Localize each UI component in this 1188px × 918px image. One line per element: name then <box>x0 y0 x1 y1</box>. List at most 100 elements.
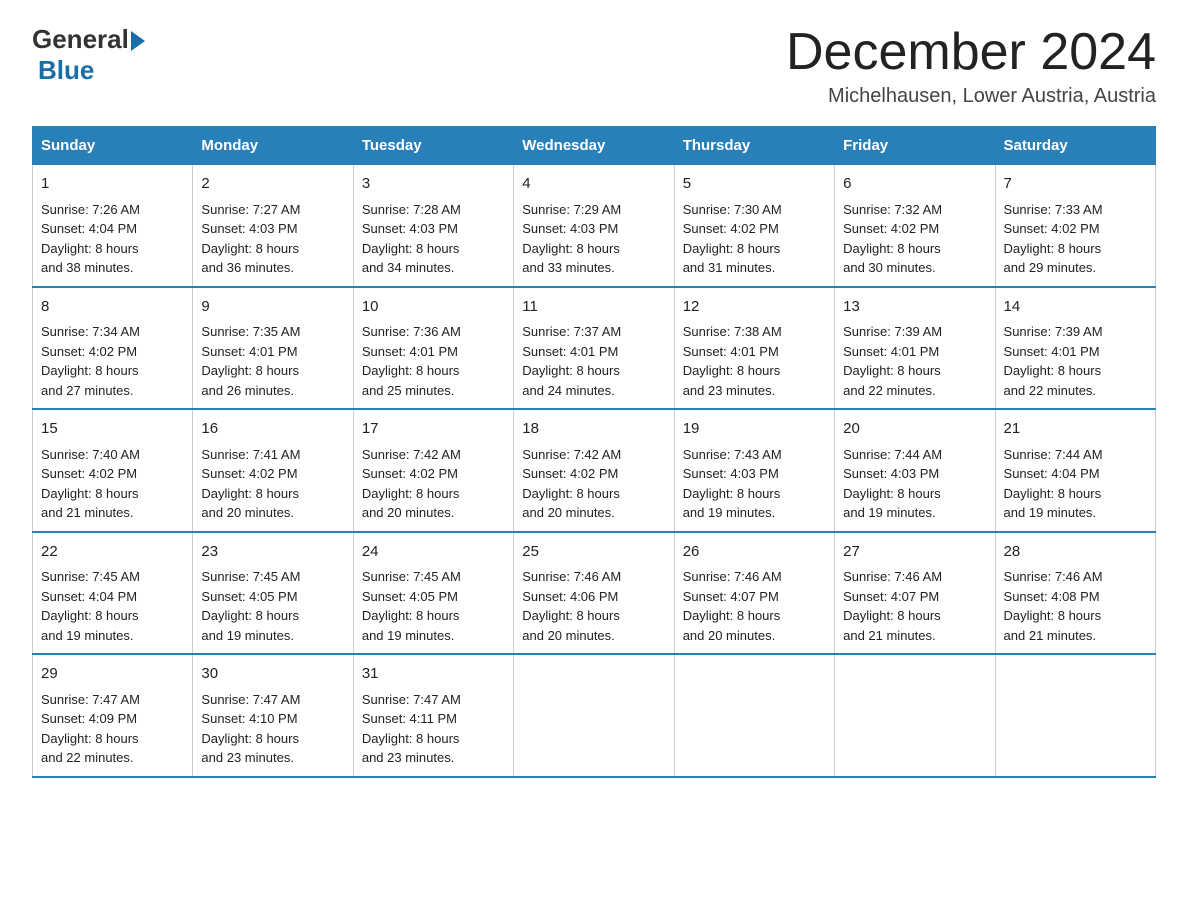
day-info: Sunrise: 7:47 AMSunset: 4:11 PMDaylight:… <box>362 690 505 768</box>
table-row: 15 Sunrise: 7:40 AMSunset: 4:02 PMDayligh… <box>33 409 193 532</box>
table-row: 3 Sunrise: 7:28 AMSunset: 4:03 PMDaylight… <box>353 165 513 287</box>
day-info: Sunrise: 7:33 AMSunset: 4:02 PMDaylight:… <box>1004 200 1147 278</box>
day-info: Sunrise: 7:46 AMSunset: 4:06 PMDaylight:… <box>522 567 665 645</box>
day-info: Sunrise: 7:27 AMSunset: 4:03 PMDaylight:… <box>201 200 344 278</box>
table-row: 26 Sunrise: 7:46 AMSunset: 4:07 PMDayligh… <box>674 532 834 655</box>
day-info: Sunrise: 7:45 AMSunset: 4:04 PMDaylight:… <box>41 567 184 645</box>
table-row <box>514 654 674 777</box>
table-row: 22 Sunrise: 7:45 AMSunset: 4:04 PMDayligh… <box>33 532 193 655</box>
day-number: 1 <box>41 173 184 196</box>
day-info: Sunrise: 7:39 AMSunset: 4:01 PMDaylight:… <box>1004 322 1147 400</box>
table-row: 25 Sunrise: 7:46 AMSunset: 4:06 PMDayligh… <box>514 532 674 655</box>
day-number: 9 <box>201 296 344 319</box>
table-row: 24 Sunrise: 7:45 AMSunset: 4:05 PMDayligh… <box>353 532 513 655</box>
table-row: 5 Sunrise: 7:30 AMSunset: 4:02 PMDaylight… <box>674 165 834 287</box>
day-info: Sunrise: 7:44 AMSunset: 4:03 PMDaylight:… <box>843 445 986 523</box>
day-info: Sunrise: 7:28 AMSunset: 4:03 PMDaylight:… <box>362 200 505 278</box>
day-number: 3 <box>362 173 505 196</box>
day-number: 10 <box>362 296 505 319</box>
day-number: 28 <box>1004 541 1147 564</box>
day-info: Sunrise: 7:35 AMSunset: 4:01 PMDaylight:… <box>201 322 344 400</box>
table-row: 18Sunrise: 7:42 AMSunset: 4:02 PMDayligh… <box>514 409 674 532</box>
day-number: 26 <box>683 541 826 564</box>
day-number: 25 <box>522 541 665 564</box>
day-number: 5 <box>683 173 826 196</box>
table-row: 1 Sunrise: 7:26 AMSunset: 4:04 PMDaylight… <box>33 165 193 287</box>
day-info: Sunrise: 7:26 AMSunset: 4:04 PMDaylight:… <box>41 200 184 278</box>
day-info: Sunrise: 7:38 AMSunset: 4:01 PMDaylight:… <box>683 322 826 400</box>
header-sunday: Sunday <box>33 127 193 165</box>
day-info: Sunrise: 7:34 AMSunset: 4:02 PMDaylight:… <box>41 322 184 400</box>
logo-blue: Blue <box>38 55 94 86</box>
day-info: Sunrise: 7:47 AMSunset: 4:09 PMDaylight:… <box>41 690 184 768</box>
day-info: Sunrise: 7:39 AMSunset: 4:01 PMDaylight:… <box>843 322 986 400</box>
day-info: Sunrise: 7:46 AMSunset: 4:07 PMDaylight:… <box>683 567 826 645</box>
day-info: Sunrise: 7:42 AMSunset: 4:02 PMDaylight:… <box>522 445 665 523</box>
header-saturday: Saturday <box>995 127 1155 165</box>
day-info: Sunrise: 7:30 AMSunset: 4:02 PMDaylight:… <box>683 200 826 278</box>
day-info: Sunrise: 7:42 AMSunset: 4:02 PMDaylight:… <box>362 445 505 523</box>
table-row: 27 Sunrise: 7:46 AMSunset: 4:07 PMDayligh… <box>835 532 995 655</box>
header-monday: Monday <box>193 127 353 165</box>
table-row: 7 Sunrise: 7:33 AMSunset: 4:02 PMDaylight… <box>995 165 1155 287</box>
calendar-title: December 2024 <box>786 24 1156 81</box>
day-number: 7 <box>1004 173 1147 196</box>
table-row <box>995 654 1155 777</box>
day-number: 27 <box>843 541 986 564</box>
day-number: 6 <box>843 173 986 196</box>
day-number: 30 <box>201 663 344 686</box>
table-row: 17 Sunrise: 7:42 AMSunset: 4:02 PMDayligh… <box>353 409 513 532</box>
day-info: Sunrise: 7:29 AMSunset: 4:03 PMDaylight:… <box>522 200 665 278</box>
table-row: 21 Sunrise: 7:44 AMSunset: 4:04 PMDayligh… <box>995 409 1155 532</box>
day-info: Sunrise: 7:40 AMSunset: 4:02 PMDaylight:… <box>41 445 184 523</box>
day-number: 17 <box>362 418 505 441</box>
day-info: Sunrise: 7:46 AMSunset: 4:07 PMDaylight:… <box>843 567 986 645</box>
table-row: 2 Sunrise: 7:27 AMSunset: 4:03 PMDaylight… <box>193 165 353 287</box>
table-row <box>835 654 995 777</box>
day-number: 16 <box>201 418 344 441</box>
calendar-subtitle: Michelhausen, Lower Austria, Austria <box>786 85 1156 108</box>
table-row: 11 Sunrise: 7:37 AMSunset: 4:01 PMDayligh… <box>514 287 674 410</box>
day-info: Sunrise: 7:47 AMSunset: 4:10 PMDaylight:… <box>201 690 344 768</box>
table-row: 9 Sunrise: 7:35 AMSunset: 4:01 PMDaylight… <box>193 287 353 410</box>
calendar-week-row: 22 Sunrise: 7:45 AMSunset: 4:04 PMDayligh… <box>33 532 1156 655</box>
table-row: 23 Sunrise: 7:45 AMSunset: 4:05 PMDayligh… <box>193 532 353 655</box>
table-row: 29 Sunrise: 7:47 AMSunset: 4:09 PMDayligh… <box>33 654 193 777</box>
calendar-week-row: 15 Sunrise: 7:40 AMSunset: 4:02 PMDayligh… <box>33 409 1156 532</box>
day-info: Sunrise: 7:45 AMSunset: 4:05 PMDaylight:… <box>201 567 344 645</box>
header-thursday: Thursday <box>674 127 834 165</box>
day-number: 22 <box>41 541 184 564</box>
table-row: 16 Sunrise: 7:41 AMSunset: 4:02 PMDayligh… <box>193 409 353 532</box>
logo-general: General <box>32 24 129 55</box>
day-number: 4 <box>522 173 665 196</box>
day-number: 21 <box>1004 418 1147 441</box>
table-row: 13Sunrise: 7:39 AMSunset: 4:01 PMDayligh… <box>835 287 995 410</box>
day-number: 23 <box>201 541 344 564</box>
day-number: 20 <box>843 418 986 441</box>
day-number: 31 <box>362 663 505 686</box>
table-row: 19Sunrise: 7:43 AMSunset: 4:03 PMDayligh… <box>674 409 834 532</box>
day-info: Sunrise: 7:41 AMSunset: 4:02 PMDaylight:… <box>201 445 344 523</box>
calendar-week-row: 1 Sunrise: 7:26 AMSunset: 4:04 PMDaylight… <box>33 165 1156 287</box>
day-number: 12 <box>683 296 826 319</box>
table-row: 28Sunrise: 7:46 AMSunset: 4:08 PMDayligh… <box>995 532 1155 655</box>
day-number: 11 <box>522 296 665 319</box>
day-info: Sunrise: 7:44 AMSunset: 4:04 PMDaylight:… <box>1004 445 1147 523</box>
day-number: 29 <box>41 663 184 686</box>
day-number: 19 <box>683 418 826 441</box>
day-number: 2 <box>201 173 344 196</box>
weekday-header-row: Sunday Monday Tuesday Wednesday Thursday… <box>33 127 1156 165</box>
day-info: Sunrise: 7:37 AMSunset: 4:01 PMDaylight:… <box>522 322 665 400</box>
table-row <box>674 654 834 777</box>
day-info: Sunrise: 7:45 AMSunset: 4:05 PMDaylight:… <box>362 567 505 645</box>
header-wednesday: Wednesday <box>514 127 674 165</box>
day-number: 24 <box>362 541 505 564</box>
table-row: 14Sunrise: 7:39 AMSunset: 4:01 PMDayligh… <box>995 287 1155 410</box>
table-row: 10Sunrise: 7:36 AMSunset: 4:01 PMDayligh… <box>353 287 513 410</box>
table-row: 4 Sunrise: 7:29 AMSunset: 4:03 PMDaylight… <box>514 165 674 287</box>
table-row: 6Sunrise: 7:32 AMSunset: 4:02 PMDaylight… <box>835 165 995 287</box>
calendar-title-block: December 2024 Michelhausen, Lower Austri… <box>786 24 1156 108</box>
table-row: 31 Sunrise: 7:47 AMSunset: 4:11 PMDayligh… <box>353 654 513 777</box>
day-number: 15 <box>41 418 184 441</box>
calendar-week-row: 29 Sunrise: 7:47 AMSunset: 4:09 PMDayligh… <box>33 654 1156 777</box>
